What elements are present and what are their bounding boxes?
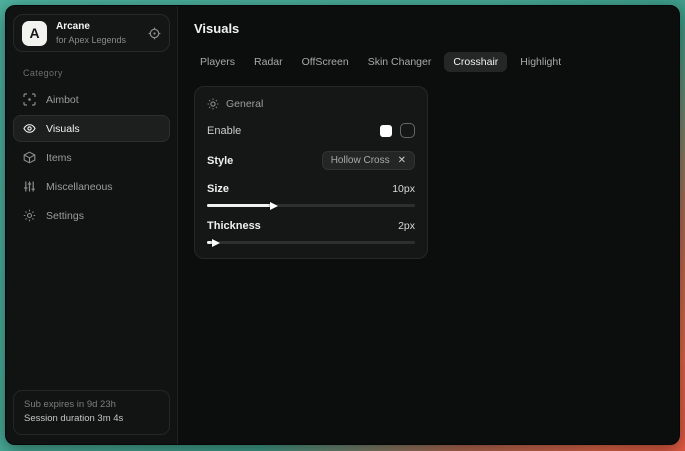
sidebar: A Arcane for Apex Legends Category [6,6,178,444]
sidebar-nav: Aimbot Visuals Items [13,86,170,229]
sidebar-item-items[interactable]: Items [13,144,170,171]
sidebar-item-label: Miscellaneous [46,181,113,193]
thickness-slider[interactable] [207,241,415,244]
subscription-card: Sub expires in 9d 23h Session duration 3… [13,390,170,436]
enable-label: Enable [207,125,241,137]
page-title: Visuals [194,21,663,36]
size-value: 10px [392,183,415,195]
thickness-slider-fill [207,241,213,244]
thickness-label: Thickness [207,220,261,232]
profile-card[interactable]: A Arcane for Apex Legends [13,14,170,52]
thickness-value: 2px [398,220,415,232]
sidebar-item-settings[interactable]: Settings [13,202,170,229]
size-slider-fill [207,204,271,207]
clear-icon[interactable]: ✕ [398,156,406,166]
enable-controls [380,123,415,138]
color-swatch[interactable] [380,125,392,137]
sidebar-item-visuals[interactable]: Visuals [13,115,170,142]
profile-text: Arcane for Apex Legends [56,21,139,45]
sun-gear-icon [207,98,219,110]
thickness-slider-thumb[interactable] [212,239,220,247]
tab-radar[interactable]: Radar [248,52,289,72]
size-row: Size 10px [207,183,415,195]
crosshair-icon [23,93,36,106]
enable-row: Enable [207,123,415,138]
gear-icon [23,209,36,222]
sidebar-item-label: Visuals [46,123,80,135]
category-label: Category [23,68,170,78]
session-duration-text: Session duration 3m 4s [24,412,159,426]
sub-expires-text: Sub expires in 9d 23h [24,398,159,412]
tab-players[interactable]: Players [194,52,241,72]
thickness-row: Thickness 2px [207,220,415,232]
sidebar-item-aimbot[interactable]: Aimbot [13,86,170,113]
tab-crosshair[interactable]: Crosshair [444,52,507,72]
app-name: Arcane [56,21,139,33]
tab-skin-changer[interactable]: Skin Changer [362,52,438,72]
sidebar-spacer [13,229,170,390]
sliders-icon [23,180,36,193]
app-tagline: for Apex Legends [56,35,139,45]
style-select[interactable]: Hollow Cross ✕ [322,151,415,170]
cube-icon [23,151,36,164]
size-label: Size [207,183,229,195]
panel-title: General [226,98,263,110]
sidebar-item-label: Aimbot [46,94,79,106]
eye-icon [23,122,36,135]
panel-header: General [207,98,415,110]
app-logo: A [22,21,47,46]
main-content: Visuals Players Radar OffScreen Skin Cha… [178,6,679,444]
size-slider[interactable] [207,204,415,207]
tab-highlight[interactable]: Highlight [514,52,567,72]
style-selected-value: Hollow Cross [331,155,390,166]
tab-offscreen[interactable]: OffScreen [296,52,355,72]
style-row: Style Hollow Cross ✕ [207,151,415,170]
general-panel: General Enable Style Hollow Cross ✕ Size… [194,86,428,259]
app-window: A Arcane for Apex Legends Category [5,5,680,445]
enable-checkbox[interactable] [400,123,415,138]
sidebar-item-miscellaneous[interactable]: Miscellaneous [13,173,170,200]
style-label: Style [207,155,233,167]
sidebar-item-label: Settings [46,210,84,222]
tab-bar: Players Radar OffScreen Skin Changer Cro… [194,52,663,72]
sidebar-item-label: Items [46,152,72,164]
target-icon[interactable] [148,27,161,40]
size-slider-thumb[interactable] [270,202,278,210]
